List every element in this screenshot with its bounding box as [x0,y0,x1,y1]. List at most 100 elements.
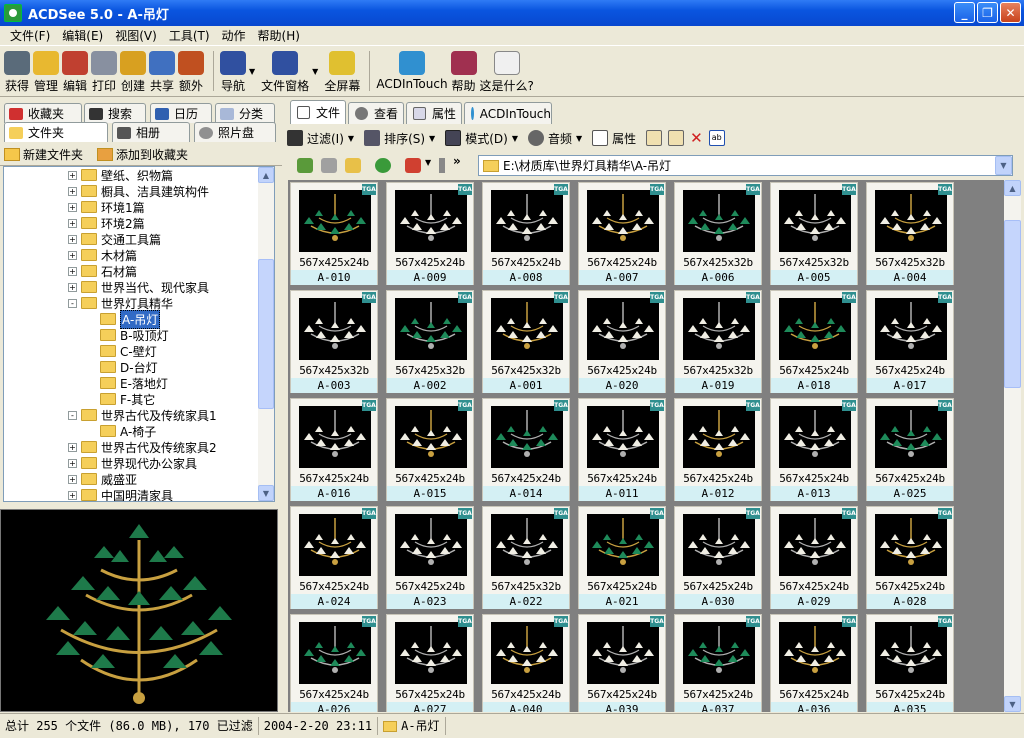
thumbnail-tile[interactable]: TGA 567x425x24b A-030 [674,506,762,609]
tab-properties[interactable]: 属性 [406,102,462,124]
tab-album[interactable]: 相册 [112,122,190,142]
toolbar-dropdown-icon[interactable]: ▼ [249,67,255,76]
maximize-button[interactable]: ❐ [977,2,998,23]
expand-icon[interactable]: + [68,266,77,276]
tree-item[interactable]: B-吸顶灯 [100,327,169,343]
tab-folders[interactable]: 文件夹 [4,122,108,142]
tree-item[interactable]: + 威盛亚 [68,471,137,487]
thumbnail-scrollbar[interactable]: ▲ ▼ [1004,180,1021,712]
tab-calendar[interactable]: 日历 [150,103,212,123]
expand-icon[interactable]: + [68,202,77,212]
refresh-icon[interactable] [375,158,391,173]
toolbar-button-manage[interactable]: 管理 [33,47,59,94]
tab-photodisc[interactable]: 照片盘 [194,122,276,142]
menu-file[interactable]: 文件(F) [4,27,56,44]
menu-tools[interactable]: 工具(T) [163,27,216,44]
toolbar-button-navigation[interactable]: 导航 [220,47,246,94]
tab-view[interactable]: 查看 [348,102,404,124]
tree-item[interactable]: + 世界古代及传统家具2 [68,439,217,455]
thumbnail-tile[interactable]: TGA 567x425x24b A-011 [578,398,666,501]
thumbnail-tile[interactable]: TGA 567x425x32b A-001 [482,290,570,393]
tree-scroll-up-button[interactable]: ▲ [258,167,274,183]
thumbnail-tile[interactable]: TGA 567x425x24b A-024 [290,506,378,609]
collapse-icon[interactable]: - [68,410,77,420]
thumbs-scroll-thumb[interactable] [1004,220,1021,388]
thumbnail-tile[interactable]: TGA 567x425x32b A-003 [290,290,378,393]
expand-icon[interactable]: + [68,170,77,180]
tab-category[interactable]: 分类 [215,103,275,123]
more-chevron-icon[interactable]: » [453,154,461,168]
favorites-dropdown-icon[interactable]: ▼ [425,158,431,167]
tree-item[interactable]: + 环境2篇 [68,215,145,231]
toolbar-button-whats-this[interactable]: 这是什么? [480,47,534,94]
toolbar-button-acdintouch[interactable]: ACDInTouch [376,47,448,91]
minimize-button[interactable]: _ [954,2,975,23]
thumbnail-tile[interactable]: TGA 567x425x24b A-015 [386,398,474,501]
tab-acdintouch[interactable]: ACDInTouch [464,102,552,124]
tree-item[interactable]: + 中国明清家具 [68,487,173,501]
thumbnail-tile[interactable]: TGA 567x425x32b A-006 [674,182,762,285]
thumbnail-tile[interactable]: TGA 567x425x24b A-039 [578,614,666,712]
thumbnail-tile[interactable]: TGA 567x425x32b A-002 [386,290,474,393]
tab-file[interactable]: 文件 [290,100,346,124]
move-to-icon[interactable] [668,130,685,146]
tree-item[interactable]: A-吊灯 [100,309,161,329]
add-to-favorites-button[interactable]: 添加到收藏夹 [116,146,188,163]
expand-icon[interactable]: + [68,474,77,484]
tree-scroll-thumb[interactable] [258,259,274,409]
audio-dropdown-icon[interactable]: ▼ [576,134,582,143]
tree-item[interactable]: + 橱具、洁具建筑构件 [68,183,209,199]
folder-tree[interactable]: ▲ ▼ + 壁纸、织物篇 + 橱具、洁具建筑构件 + 环境1篇 + 环境2篇 + 交通工具篇 + 木材… [3,166,275,502]
thumbnail-tile[interactable]: TGA 567x425x24b A-040 [482,614,570,712]
thumbnail-tile[interactable]: TGA 567x425x24b A-029 [770,506,858,609]
audio-button[interactable]: 音频 ▼ [527,130,582,147]
thumbnail-tile[interactable]: TGA 567x425x24b A-027 [386,614,474,712]
tree-item[interactable]: D-台灯 [100,359,158,375]
menu-actions[interactable]: 动作 [216,27,252,44]
thumbnail-tile[interactable]: TGA 567x425x24b A-021 [578,506,666,609]
thumbnail-tile[interactable]: TGA 567x425x32b A-004 [866,182,954,285]
thumbs-scroll-up-button[interactable]: ▲ [1004,180,1021,196]
expand-icon[interactable]: + [68,218,77,228]
toolbar-button-acquire[interactable]: 获得 [4,47,30,94]
tree-scrollbar[interactable]: ▲ ▼ [258,167,274,501]
acdsee-app-icon[interactable] [4,4,22,22]
back-icon[interactable] [297,158,313,173]
thumbnail-tile[interactable]: TGA 567x425x24b A-017 [866,290,954,393]
up-folder-icon[interactable] [345,158,361,173]
mode-button[interactable]: 模式(D) ▼ [445,130,518,147]
tree-item[interactable]: + 环境1篇 [68,199,145,215]
thumbnail-tile[interactable]: TGA 567x425x32b A-019 [674,290,762,393]
thumbnail-tile[interactable]: TGA 567x425x24b A-014 [482,398,570,501]
thumbnail-tile[interactable]: TGA 567x425x24b A-007 [578,182,666,285]
menu-edit[interactable]: 编辑(E) [56,27,109,44]
tree-item[interactable]: + 木材篇 [68,247,137,263]
tree-item[interactable]: + 世界当代、现代家具 [68,279,209,295]
tree-item[interactable]: + 石材篇 [68,263,137,279]
thumbs-scroll-down-button[interactable]: ▼ [1004,696,1021,712]
toolbar-button-print[interactable]: 打印 [91,47,117,94]
tree-item[interactable]: C-壁灯 [100,343,157,359]
sort-dropdown-icon[interactable]: ▼ [429,134,435,143]
toolbar-button-help-book[interactable]: 帮助 [450,47,477,94]
expand-icon[interactable]: + [68,442,77,452]
tab-favorites[interactable]: 收藏夹 [4,103,82,123]
delete-icon[interactable]: ✕ [690,129,703,147]
expand-icon[interactable]: + [68,458,77,468]
history-icon[interactable] [439,158,445,173]
forward-icon[interactable] [321,158,337,173]
tree-item[interactable]: - 世界古代及传统家具1 [68,407,217,423]
tree-item[interactable]: A-椅子 [100,423,156,439]
tree-item[interactable]: F-其它 [100,391,155,407]
tree-item[interactable]: + 交通工具篇 [68,231,161,247]
tab-search[interactable]: 搜索 [84,103,146,123]
properties-button[interactable]: 属性 [592,130,636,147]
thumbnail-tile[interactable]: TGA 567x425x24b A-036 [770,614,858,712]
thumbnail-tile[interactable]: TGA 567x425x24b A-037 [674,614,762,712]
toolbar-button-extras[interactable]: 额外 [178,47,204,94]
menu-help[interactable]: 帮助(H) [252,27,306,44]
sort-button[interactable]: 排序(S) ▼ [364,130,435,147]
thumbnail-tile[interactable]: TGA 567x425x24b A-012 [674,398,762,501]
tree-item[interactable]: + 壁纸、织物篇 [68,167,173,183]
thumbnail-grid[interactable]: TGA 567x425x24b A-010 TGA 567x425x24b A-009 TG… [288,180,1004,712]
